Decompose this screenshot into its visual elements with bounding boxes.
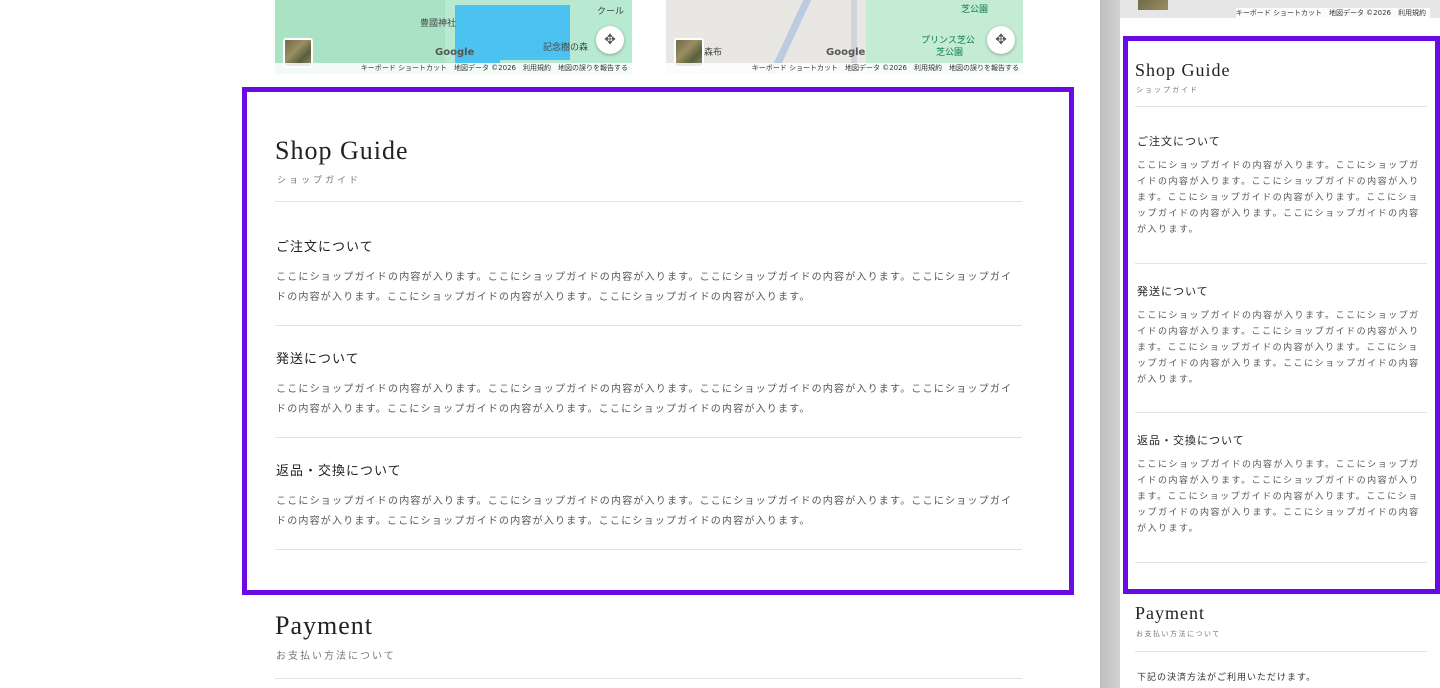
guide-item-body: ここにショップガイドの内容が入ります。ここにショップガイドの内容が入ります。ここ… [276,272,1013,303]
guide-item-returns: 返品・交換について ここにショップガイドの内容が入ります。ここにショップガイドの… [1137,432,1425,537]
section-title: Payment [275,611,373,640]
guide-item-heading: ご注文について [1137,135,1221,148]
guide-item-heading: 返品・交換について [1137,434,1245,447]
map-label: 森布 [704,48,723,58]
map-label: 芝公園 [936,48,964,58]
section-title: Shop Guide [275,136,409,165]
guide-item-returns: 返品・交換について ここにショップガイドの内容が入ります。ここにショップガイドの… [276,460,1022,532]
section-subtitle: お支払い方法について [1136,630,1221,638]
guide-item-shipping: 発送について ここにショップガイドの内容が入ります。ここにショップガイドの内容が… [1137,283,1425,388]
guide-item-order: ご注文について ここにショップガイドの内容が入ります。ここにショップガイドの内容… [1137,133,1425,238]
guide-item-shipping: 発送について ここにショップガイドの内容が入ります。ここにショップガイドの内容が… [276,348,1022,420]
guide-item-body: ここにショップガイドの内容が入ります。ここにショップガイドの内容が入ります。ここ… [1137,311,1420,385]
map-label: クール [597,7,625,17]
section-subtitle: お支払い方法について [276,651,396,662]
guide-item-body: ここにショップガイドの内容が入ります。ここにショップガイドの内容が入ります。ここ… [1137,460,1420,534]
section-title: Payment [1135,603,1205,623]
map-left[interactable]: 豊國神社 記念樹の森 クール Google ✥ キーボード ショートカット 地図… [275,0,632,74]
section-subtitle: ショップガイド [277,176,362,186]
section-subtitle: ショップガイド [1136,86,1199,94]
panel-separator [1100,0,1120,688]
guide-item-order: ご注文について ここにショップガイドの内容が入ります。ここにショップガイドの内容… [276,236,1022,308]
divider [1135,106,1427,107]
divider [1135,263,1427,264]
map-label: 豊國神社 [420,19,457,29]
guide-item-body: ここにショップガイドの内容が入ります。ここにショップガイドの内容が入ります。ここ… [276,496,1013,527]
mobile-preview: キーボード ショートカット 地図データ ©2026 利用規約 Shop Guid… [1120,0,1440,688]
map-fullscreen-icon[interactable]: ✥ [596,26,624,54]
google-logo: Google [826,47,866,58]
map-attribution[interactable]: キーボード ショートカット 地図データ ©2026 利用規約 地図の誤りを報告す… [666,63,1023,74]
divider [1135,412,1427,413]
divider [275,201,1022,202]
map-attribution[interactable]: キーボード ショートカット 地図データ ©2026 利用規約 地図の誤りを報告す… [275,63,632,74]
divider [275,437,1022,438]
guide-item-body: ここにショップガイドの内容が入ります。ここにショップガイドの内容が入ります。ここ… [276,384,1013,415]
guide-item-heading: ご注文について [276,240,374,255]
guide-item-heading: 発送について [1137,285,1209,298]
google-logo: Google [435,47,475,58]
divider [1135,651,1427,652]
divider [275,678,1022,679]
payment-intro: 下記の決済方法がご利用いただけます。 [1137,673,1317,683]
desktop-preview: 豊國神社 記念樹の森 クール Google ✥ キーボード ショートカット 地図… [0,0,1100,688]
divider [275,325,1022,326]
map-mobile[interactable]: キーボード ショートカット 地図データ ©2026 利用規約 [1120,0,1440,18]
map-attribution[interactable]: キーボード ショートカット 地図データ ©2026 利用規約 [1235,8,1430,18]
section-title: Shop Guide [1135,60,1231,80]
map-label: 芝公園 [961,5,989,15]
map-label: 記念樹の森 [543,43,589,53]
guide-item-body: ここにショップガイドの内容が入ります。ここにショップガイドの内容が入ります。ここ… [1137,161,1420,235]
guide-item-heading: 発送について [276,352,360,367]
map-right[interactable]: 森布 プリンス芝公 芝公園 芝公園 Google ✥ キーボード ショートカット… [666,0,1023,74]
divider [275,549,1022,550]
guide-item-heading: 返品・交換について [276,464,402,479]
divider [1135,562,1427,563]
map-fullscreen-icon[interactable]: ✥ [987,26,1015,54]
